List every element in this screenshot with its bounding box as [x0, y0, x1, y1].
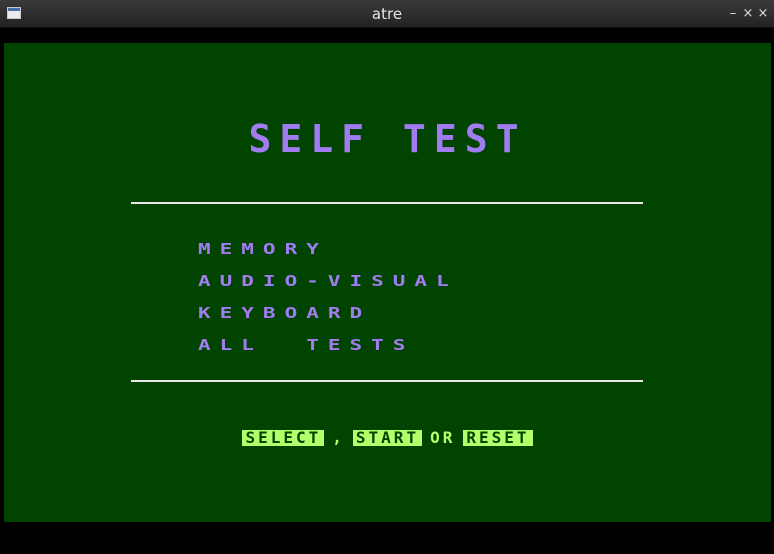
- select-key-label: SELECT: [242, 430, 325, 446]
- close-icon[interactable]: ×: [754, 5, 772, 23]
- start-key-label: START: [352, 430, 423, 446]
- emulator-window: atre – × × SELF TEST MEMORY AUDIO-VISUAL…: [0, 0, 774, 554]
- menu-item-memory[interactable]: MEMORY: [198, 237, 458, 260]
- or-text: OR: [430, 428, 456, 447]
- self-test-menu: MEMORY AUDIO-VISUAL KEYBOARD ALL TESTS: [198, 233, 458, 361]
- reset-key-label: RESET: [463, 430, 533, 446]
- window-icon[interactable]: [7, 7, 21, 19]
- menu-item-all-tests[interactable]: ALL TESTS: [198, 333, 458, 356]
- menu-item-audio-visual[interactable]: AUDIO-VISUAL: [198, 269, 458, 292]
- top-divider: [131, 202, 643, 204]
- window-title: atre: [371, 5, 403, 23]
- bottom-divider: [131, 380, 643, 382]
- self-test-heading: SELF TEST: [248, 117, 527, 161]
- emulator-screen[interactable]: SELF TEST MEMORY AUDIO-VISUAL KEYBOARD A…: [4, 43, 771, 522]
- comma-separator: ,: [332, 428, 345, 447]
- key-instructions: SELECT, START OR RESET: [4, 430, 771, 446]
- menu-item-keyboard[interactable]: KEYBOARD: [198, 301, 458, 324]
- title-bar[interactable]: atre – × ×: [0, 0, 774, 28]
